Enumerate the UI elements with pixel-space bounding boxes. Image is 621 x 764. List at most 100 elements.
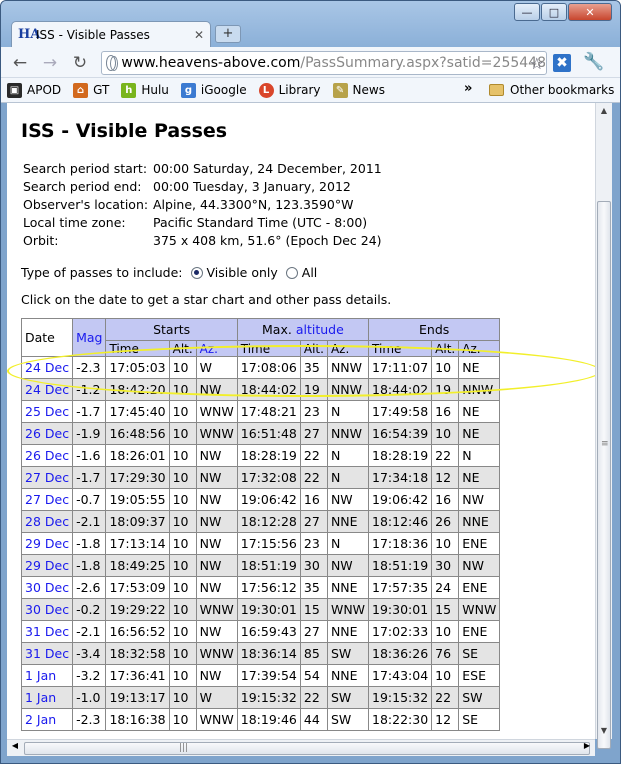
grip-icon: ≡ — [601, 439, 609, 449]
info-label: Orbit: — [23, 233, 59, 249]
bookmark-apod[interactable]: ▣ APOD — [7, 82, 61, 98]
table-cell: 19:05:55 — [105, 488, 170, 511]
table-cell: NE — [458, 400, 501, 423]
minimize-button[interactable]: — — [514, 3, 540, 21]
passes-table: Date Mag Starts Max. altitude Ends Time … — [20, 318, 501, 731]
pass-date-link[interactable]: 31 Dec — [20, 642, 74, 665]
pass-date-link[interactable]: 1 Jan — [20, 664, 74, 687]
scroll-left-icon[interactable]: ◀ — [7, 741, 23, 750]
pass-date-link[interactable]: 27 Dec — [20, 488, 74, 511]
reload-icon[interactable]: ↻ — [69, 52, 91, 74]
tab-close-icon[interactable]: ✕ — [194, 28, 204, 42]
bookmark-news[interactable]: ✎ News — [332, 82, 385, 98]
table-cell: 17:43:04 — [368, 664, 433, 687]
other-bookmarks-button[interactable]: Other bookmarks — [489, 83, 614, 97]
pass-date-link[interactable]: 26 Dec — [20, 422, 74, 445]
table-cell: 17:36:41 — [105, 664, 170, 687]
table-cell: 18:36:26 — [368, 642, 433, 665]
visible-only-label[interactable]: Visible only — [207, 265, 278, 280]
bookmark-star-icon[interactable]: ☆ — [530, 54, 544, 73]
table-cell: -2.3 — [72, 708, 107, 731]
browser-tab[interactable]: HA ISS - Visible Passes ✕ — [11, 21, 211, 47]
table-cell: 23 — [299, 532, 328, 555]
table-cell: ENE — [458, 620, 501, 643]
pass-date-link[interactable]: 29 Dec — [20, 554, 74, 577]
table-row: 29 Dec -1.8 18:49:25 10 NW 18:51:19 30 NW 18:51:… — [20, 554, 501, 577]
table-row: 29 Dec -1.8 17:13:14 10 NW 17:15:56 23 N 17:18:3… — [20, 532, 501, 555]
pass-date-link[interactable]: 28 Dec — [20, 510, 74, 533]
table-cell: 19:30:01 — [236, 598, 301, 621]
header-start-az[interactable]: Az. — [195, 340, 238, 357]
table-cell: 10 — [168, 378, 197, 401]
table-cell: 10 — [168, 422, 197, 445]
table-cell: 16:51:48 — [236, 422, 301, 445]
table-cell: NW — [195, 378, 238, 401]
table-cell: NW — [326, 488, 370, 511]
table-cell: NNE — [326, 664, 370, 687]
vertical-scroll-thumb[interactable]: ≡ — [597, 201, 611, 749]
table-cell: 18:16:38 — [105, 708, 170, 731]
bookmark-igoogle[interactable]: g iGoogle — [180, 82, 247, 98]
pass-date-link[interactable]: 27 Dec — [20, 466, 74, 489]
table-cell: 18:42:20 — [105, 378, 170, 401]
table-row: 24 Dec -2.3 17:05:03 10 W 17:08:06 35 NNW 17:11:… — [20, 356, 501, 379]
table-cell: 10 — [431, 422, 460, 445]
info-label: Search period end: — [23, 179, 142, 195]
table-cell: 30 — [431, 554, 460, 577]
header-end-az: Az. — [458, 340, 501, 357]
pass-date-link[interactable]: 30 Dec — [20, 598, 74, 621]
more-bookmarks-chevron-icon[interactable]: » — [464, 81, 472, 96]
all-passes-radio[interactable] — [285, 266, 298, 279]
scroll-up-icon[interactable]: ▲ — [596, 103, 612, 119]
visible-only-radio[interactable] — [190, 266, 203, 279]
globe-icon — [106, 55, 119, 71]
table-cell: 17:34:18 — [368, 466, 433, 489]
table-cell: 19:30:01 — [368, 598, 433, 621]
altitude-link[interactable]: altitude — [296, 322, 344, 337]
table-cell: 19:15:32 — [236, 686, 301, 709]
info-value: Pacific Standard Time (UTC - 8:00) — [153, 215, 368, 231]
table-cell: 16 — [431, 488, 460, 511]
vertical-scrollbar[interactable]: ▲ ≡ ▼ — [595, 103, 612, 749]
wrench-icon[interactable]: 🔧 — [583, 52, 604, 72]
close-window-button[interactable]: ✕ — [568, 3, 612, 21]
apod-icon: ▣ — [7, 82, 22, 98]
pass-date-link[interactable]: 25 Dec — [20, 400, 74, 423]
pass-date-link[interactable]: 26 Dec — [20, 444, 74, 467]
forward-arrow-icon[interactable]: → — [39, 52, 61, 74]
table-cell: ENE — [458, 532, 501, 555]
info-label: Observer's location: — [23, 197, 149, 213]
scroll-down-icon[interactable]: ▼ — [596, 723, 612, 739]
horizontal-scroll-thumb[interactable]: ||| — [24, 742, 590, 755]
table-cell: 10 — [168, 598, 197, 621]
pass-date-link[interactable]: 29 Dec — [20, 532, 74, 555]
table-cell: 17:57:35 — [368, 576, 433, 599]
header-mag[interactable]: Mag — [72, 318, 107, 357]
pass-date-link[interactable]: 1 Jan — [20, 686, 74, 709]
table-cell: W — [195, 356, 238, 379]
bookmark-gt[interactable]: ⌂ GT — [73, 82, 109, 98]
new-tab-button[interactable]: + — [215, 25, 241, 43]
horizontal-scrollbar[interactable]: ◀ ||| ▶ — [7, 739, 595, 756]
address-bar[interactable]: www.heavens-above.com/PassSummary.aspx?s… — [101, 51, 547, 75]
bookmark-hulu[interactable]: h Hulu — [121, 82, 169, 98]
pass-date-link[interactable]: 2 Jan — [20, 708, 74, 731]
table-cell: -1.6 — [72, 444, 107, 467]
bookmark-label: Library — [278, 83, 321, 97]
header-date: Date — [20, 318, 74, 357]
all-passes-label[interactable]: All — [302, 265, 318, 280]
pass-date-link[interactable]: 24 Dec — [20, 378, 74, 401]
pass-date-link[interactable]: 24 Dec — [20, 356, 74, 379]
extension-icon[interactable]: ✖ — [553, 54, 571, 72]
back-arrow-icon[interactable]: ← — [9, 52, 31, 74]
table-cell: 27 — [299, 422, 328, 445]
pass-date-link[interactable]: 30 Dec — [20, 576, 74, 599]
maximize-button[interactable]: □ — [541, 3, 567, 21]
pass-date-link[interactable]: 31 Dec — [20, 620, 74, 643]
table-cell: 17:05:03 — [105, 356, 170, 379]
table-cell: N — [326, 466, 370, 489]
table-cell: 19 — [431, 378, 460, 401]
bookmark-library[interactable]: L Library — [258, 82, 321, 98]
scroll-right-icon[interactable]: ▶ — [579, 741, 595, 750]
table-cell: 23 — [299, 400, 328, 423]
